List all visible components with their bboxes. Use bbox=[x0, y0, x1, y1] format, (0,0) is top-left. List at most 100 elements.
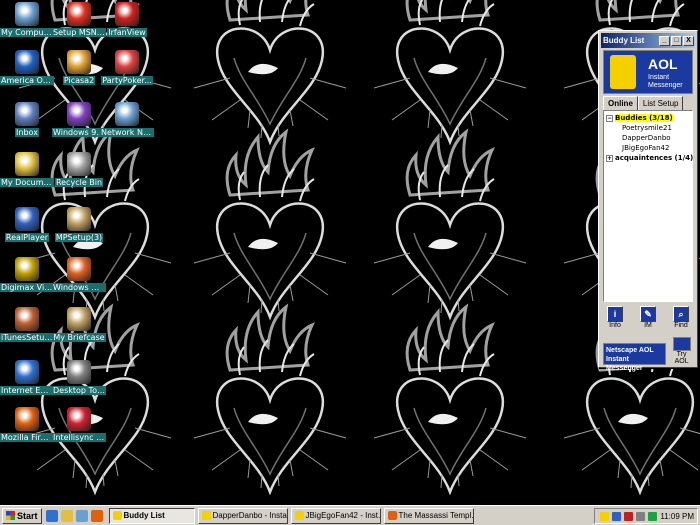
info-button[interactable]: i Info bbox=[605, 306, 625, 329]
buddy-item[interactable]: JBigEgoFan42 bbox=[606, 143, 690, 153]
messenger-tray-icon[interactable] bbox=[648, 511, 658, 521]
computer-icon bbox=[15, 2, 39, 26]
close-button[interactable]: X bbox=[683, 35, 694, 46]
desktop-shortcut-label: Windows Media Player bbox=[52, 283, 106, 292]
maximize-button[interactable]: □ bbox=[671, 35, 682, 46]
task-button[interactable]: DapperDanbo - Insta... bbox=[197, 507, 288, 524]
desktop-shortcut-network-neighborhood[interactable]: Network Neighborhood bbox=[100, 102, 154, 140]
desktop-shortcut-label: Picasa2 bbox=[62, 76, 96, 85]
desktop-shortcut-setup-msn[interactable]: Setup MSN Internet A... bbox=[52, 2, 106, 40]
package-icon bbox=[15, 307, 39, 331]
desktop-shortcut-realplayer[interactable]: RealPlayer bbox=[0, 207, 54, 245]
expand-box-icon[interactable]: + bbox=[606, 154, 613, 162]
find-button[interactable]: ⌕ Find bbox=[671, 306, 691, 329]
desktop-shortcut-my-briefcase[interactable]: My Briefcase bbox=[52, 307, 106, 345]
desktop-shortcut-label: Network Neighborhood bbox=[100, 128, 154, 137]
quick-launch bbox=[45, 509, 106, 522]
clock[interactable]: 11:09 PM bbox=[660, 512, 694, 521]
quick-launch-desktop-icon[interactable] bbox=[75, 509, 88, 522]
start-button[interactable]: Start bbox=[2, 507, 42, 524]
task-label: The Massassi Templ... bbox=[398, 511, 474, 520]
desktop-shortcut-my-computer[interactable]: My Computer bbox=[0, 2, 54, 40]
quick-launch-outlook-icon[interactable] bbox=[60, 509, 73, 522]
desktop-shortcut-itunes-setup[interactable]: iTunesSetup... bbox=[0, 307, 54, 345]
task-button[interactable]: The Massassi Templ... bbox=[383, 507, 474, 524]
desktop-shortcut-mozilla-firefox[interactable]: Mozilla Firefox bbox=[0, 407, 54, 445]
aim-tray-icon[interactable] bbox=[600, 511, 610, 521]
desktop-shortcut-mpsetup[interactable]: MPSetup(3) bbox=[52, 207, 106, 245]
desktop-shortcut-america-online[interactable]: America Online bbox=[0, 50, 54, 88]
network-tray-icon[interactable] bbox=[612, 511, 622, 521]
task-buttons: Buddy List DapperDanbo - Insta... JBigEgoF… bbox=[106, 507, 474, 524]
task-label: Buddy List bbox=[123, 511, 165, 520]
firefox-icon bbox=[15, 407, 39, 431]
folder-icon bbox=[15, 152, 39, 176]
buddy-list-titlebar[interactable]: Buddy List _ □ X bbox=[601, 33, 695, 48]
desktop-shortcut-label: Windows 98 Second E... bbox=[52, 128, 106, 137]
start-label: Start bbox=[17, 510, 38, 521]
netscape-aim-logo[interactable]: Netscape AOL Instant Messenger bbox=[603, 343, 667, 372]
desktop-shortcut-inbox[interactable]: Inbox bbox=[0, 102, 54, 140]
try-aol-button[interactable]: Try AOL bbox=[670, 337, 693, 365]
desktop-shortcut-my-documents[interactable]: My Documents bbox=[0, 152, 54, 190]
volume-tray-icon[interactable] bbox=[636, 511, 646, 521]
desktop-shortcut-label: Desktop Toolbar bbox=[52, 386, 106, 395]
buddy-list-window[interactable]: Buddy List _ □ X AOL Instant Messenger O… bbox=[598, 30, 698, 372]
desktop-shortcut-label: Internet Explorer bbox=[0, 386, 54, 395]
desktop-shortcut-internet-explorer[interactable]: Internet Explorer bbox=[0, 360, 54, 398]
desktop-shortcut-partypoker[interactable]: PartyPoker... bbox=[100, 50, 154, 88]
quick-launch-ie-icon[interactable] bbox=[45, 509, 58, 522]
aim-icon bbox=[112, 511, 122, 520]
firefox-icon bbox=[387, 511, 397, 520]
desktop-shortcut-digimax[interactable]: Digimax Viewer 1.0 bbox=[0, 257, 54, 295]
desktop-shortcut-intellisync-agent[interactable]: Intellisync Agent bbox=[52, 407, 106, 445]
network-icon bbox=[115, 102, 139, 126]
desktop-shortcut-label: Inbox bbox=[15, 128, 39, 137]
desktop-shortcut-picasa2[interactable]: Picasa2 bbox=[52, 50, 106, 88]
group-acquaintences[interactable]: + acquaintences (1/4) bbox=[606, 153, 693, 163]
recycle-bin-icon bbox=[67, 152, 91, 176]
minimize-button[interactable]: _ bbox=[659, 35, 670, 46]
irfanview-icon bbox=[115, 2, 139, 26]
aim-icon bbox=[201, 511, 211, 520]
find-label: Find bbox=[674, 322, 688, 329]
info-label: Info bbox=[609, 322, 621, 329]
desktop-shortcut-recycle-bin[interactable]: Recycle Bin bbox=[52, 152, 106, 190]
buddy-tabs: Online List Setup bbox=[603, 96, 693, 110]
quick-launch-firefox-icon[interactable] bbox=[90, 509, 103, 522]
im-icon: ✎ bbox=[640, 306, 656, 322]
taskbar: Start Buddy List DapperDanbo - Insta... JB… bbox=[0, 505, 700, 525]
camera-icon bbox=[15, 257, 39, 281]
buddy-item[interactable]: Poetrysmile21 bbox=[606, 123, 690, 133]
security-tray-icon[interactable] bbox=[624, 511, 634, 521]
desktop-shortcut-windows98-second[interactable]: Windows 98 Second E... bbox=[52, 102, 106, 140]
realplayer-icon bbox=[15, 207, 39, 231]
group-buddies[interactable]: − Buddies (3/18) bbox=[606, 113, 690, 123]
desktop-shortcut-label: My Documents bbox=[0, 178, 54, 187]
desktop-shortcut-label: Intellisync Agent bbox=[52, 433, 106, 442]
desktop-shortcut-label: My Computer bbox=[0, 28, 54, 37]
task-button[interactable]: JBigEgoFan42 - Inst... bbox=[290, 507, 381, 524]
desktop-shortcut-label: Mozilla Firefox bbox=[0, 433, 54, 442]
buddy-footer: Netscape AOL Instant Messenger Try AOL bbox=[603, 337, 693, 372]
desktop-shortcut-label: MPSetup(3) bbox=[54, 233, 104, 242]
buddy-tree[interactable]: − Buddies (3/18) Poetrysmile21 DapperDanb… bbox=[603, 110, 693, 302]
buddy-item[interactable]: DapperDanbo bbox=[606, 133, 690, 143]
desktop-shortcut-desktop-toolbar[interactable]: Desktop Toolbar bbox=[52, 360, 106, 398]
tab-online[interactable]: Online bbox=[603, 96, 638, 110]
ie-icon bbox=[15, 360, 39, 384]
tab-list-setup[interactable]: List Setup bbox=[637, 96, 684, 110]
banner-product: Instant Messenger bbox=[648, 74, 683, 89]
im-button[interactable]: ✎ IM bbox=[638, 306, 658, 329]
desktop-shortcut-label: Digimax Viewer 1.0 bbox=[0, 283, 54, 292]
task-label: JBigEgoFan42 - Inst... bbox=[305, 511, 381, 520]
windows-flag-icon bbox=[6, 511, 15, 520]
info-icon: i bbox=[607, 306, 623, 322]
sync-icon bbox=[67, 407, 91, 431]
aim-banner[interactable]: AOL Instant Messenger bbox=[603, 50, 693, 94]
collapse-box-icon[interactable]: − bbox=[606, 114, 613, 122]
desktop-shortcut-windows-media-player[interactable]: Windows Media Player bbox=[52, 257, 106, 295]
task-button[interactable]: Buddy List bbox=[108, 507, 195, 524]
aim-running-man-icon bbox=[610, 55, 636, 89]
desktop-shortcut-irfanview[interactable]: IrfanView bbox=[100, 2, 154, 40]
